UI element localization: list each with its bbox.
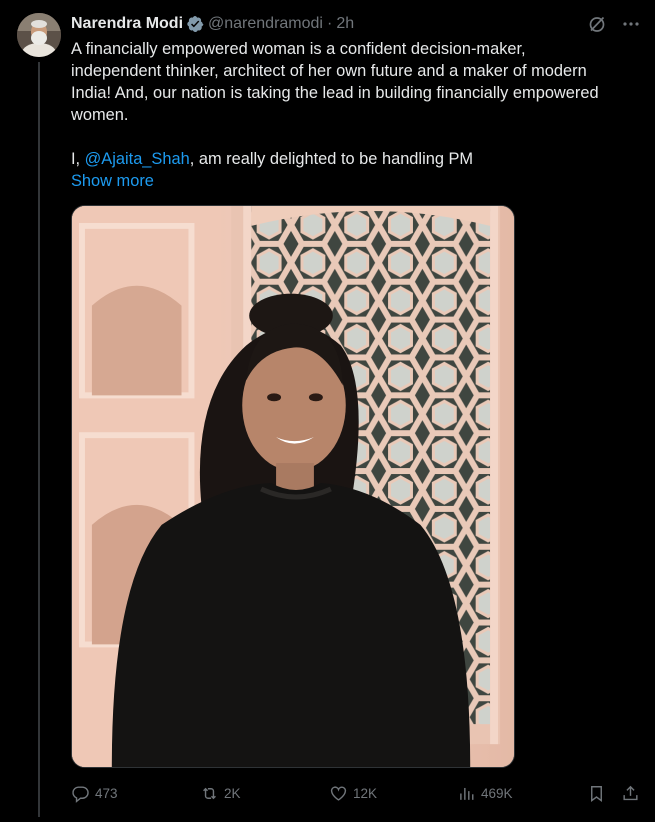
analytics-icon — [460, 787, 474, 800]
mention-link[interactable]: @Ajaita_Shah — [85, 150, 190, 168]
share-button[interactable] — [621, 784, 640, 803]
tweet-line: women. — [71, 106, 129, 124]
views-button[interactable]: 469K — [457, 784, 513, 803]
share-icon — [623, 785, 638, 800]
avatar[interactable] — [17, 13, 61, 57]
tweet-text-fragment: , am really delighted to be handling PM — [189, 150, 474, 168]
timestamp[interactable]: 2h — [336, 15, 354, 33]
tweet-photo[interactable] — [71, 205, 515, 768]
tweet-line: I, @Ajaita_Shah, am really delighted to … — [71, 148, 631, 170]
show-more-link[interactable]: Show more — [71, 170, 154, 192]
like-button[interactable]: 12K — [329, 784, 377, 803]
bookmark-icon — [591, 785, 602, 802]
tweet-line: independent thinker, architect of her ow… — [71, 62, 587, 80]
repost-icon — [203, 787, 216, 799]
tweet-line: A financially empowered woman is a confi… — [71, 40, 526, 58]
author-name[interactable]: Narendra Modi — [71, 15, 183, 33]
photo-image — [72, 206, 514, 767]
tweet-text-fragment: I, — [71, 150, 85, 168]
tweet-actions: 473 2K 12K 469K — [71, 781, 641, 805]
separator-dot: · — [326, 15, 333, 32]
tweet-top-icons — [587, 14, 641, 34]
reply-icon — [72, 785, 89, 803]
tweet-text: A financially empowered woman is a confi… — [71, 38, 631, 170]
bookmark-button[interactable] — [587, 784, 606, 803]
views-count: 469K — [481, 785, 513, 801]
avatar-image — [17, 13, 61, 57]
grok-icon[interactable] — [587, 14, 607, 34]
verified-badge-icon[interactable] — [186, 15, 204, 33]
like-count: 12K — [353, 785, 378, 801]
thread-line — [38, 62, 40, 817]
tweet-line: India! And, our nation is taking the lea… — [71, 84, 599, 102]
tweet[interactable]: Narendra Modi @narendramodi · 2h A finan… — [0, 0, 655, 822]
tweet-header: Narendra Modi @narendramodi · 2h — [71, 13, 354, 35]
repost-button[interactable]: 2K — [200, 784, 241, 803]
reply-button[interactable]: 473 — [71, 784, 118, 803]
author-handle[interactable]: @narendramodi — [208, 15, 323, 33]
reply-count: 473 — [95, 785, 118, 801]
more-icon[interactable] — [621, 14, 641, 34]
heart-icon — [330, 785, 347, 801]
repost-count: 2K — [224, 785, 241, 801]
